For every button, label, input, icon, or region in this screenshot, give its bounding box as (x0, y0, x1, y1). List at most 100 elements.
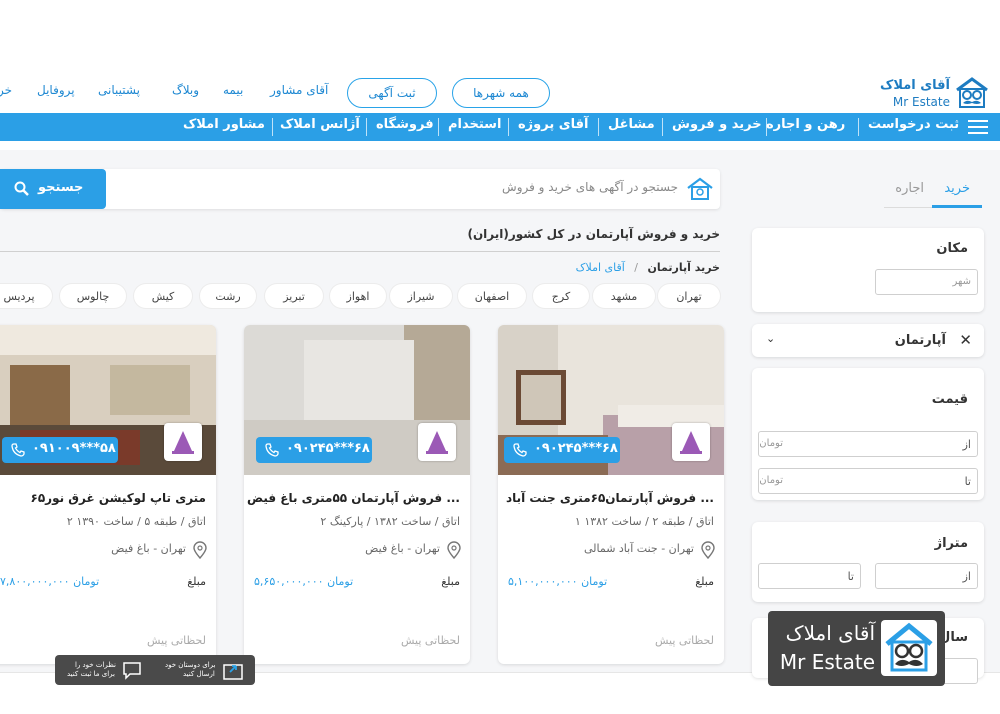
logo-text-en: Mr Estate (892, 95, 950, 109)
share-line-2[interactable]: ارسال کنید (183, 670, 215, 679)
watermark-text-fa: آقای املاک (785, 621, 875, 645)
property-type-filter[interactable]: ✕ آپارتمان ⌄ (752, 324, 984, 357)
price-title: قیمت (931, 392, 968, 407)
tab-buy[interactable]: خرید (944, 181, 970, 196)
city-chip-kish[interactable]: کیش (134, 284, 192, 308)
city-input[interactable]: شهر (875, 269, 978, 295)
share-line-1[interactable]: برای دوستان خود (165, 661, 216, 670)
nav-shop[interactable]: فروشگاه (376, 117, 434, 132)
breadcrumb-home[interactable]: آقای املاک (576, 261, 625, 274)
search-input[interactable]: جستجو در آگهی های خرید و فروش (502, 180, 678, 194)
phone-number: ۰۹۰۲۴۵***۶۸ (286, 441, 370, 456)
search-icon (14, 181, 29, 196)
nav-jobs[interactable]: مشاغل (608, 117, 655, 132)
listing-card[interactable]: ۰۹۰۲۴۵***۶۸ فروش آپارتمان ۵۵متری باغ فیض… (244, 325, 470, 664)
listing-title[interactable]: فروش آپارتمان ۵۵متری باغ فیض ... (247, 491, 460, 505)
nav-agencies[interactable]: آژانس املاک (280, 117, 360, 132)
listing-time: لحظاتی پیش (655, 634, 714, 647)
listing-price: ۵,۱۰۰,۰۰۰,۰۰۰ تومان (508, 575, 608, 588)
area-title: متراژ (934, 536, 968, 551)
link-insurance[interactable]: بیمه (223, 83, 243, 97)
nav-rent[interactable]: رهن و اجاره (766, 117, 845, 132)
listing-card[interactable]: ۰۹۰۲۴۵***۶۸ فروش آپارتمان۶۵متری جنت آباد… (498, 325, 724, 664)
nav-employment[interactable]: استخدام (448, 117, 501, 132)
location-title: مکان (936, 241, 968, 256)
watermark-text-en: Mr Estate (779, 650, 875, 674)
home-search-icon (687, 177, 713, 200)
search-bar: جستجو جستجو در آگهی های خرید و فروش (0, 169, 720, 209)
feedback-line-2[interactable]: برای ما ثبت کنید (67, 670, 115, 679)
listing-price: ۵,۶۵۰,۰۰۰,۰۰۰ تومان (254, 575, 354, 588)
city-chip-tehran[interactable]: تهران (658, 284, 720, 308)
main-navbar: ثبت درخواست رهن و اجاره خرید و فروش مشاغ… (0, 113, 1000, 141)
city-chip-shiraz[interactable]: شیراز (390, 284, 452, 308)
all-cities-button[interactable]: همه شهرها (452, 78, 550, 108)
chevron-down-icon[interactable]: ⌄ (766, 332, 775, 345)
price-from-input[interactable]: از تومان (758, 431, 978, 457)
link-truncated[interactable]: خر (0, 83, 12, 97)
logo-text-fa: آقای املاک (880, 78, 950, 93)
phone-number: ۰۹۱۰۰۹***۵۸ (32, 441, 116, 456)
city-chip-karaj[interactable]: کرج (533, 284, 589, 308)
call-button[interactable]: ۰۹۰۲۴۵***۶۸ (504, 437, 620, 463)
listing-title[interactable]: ۶۵متری تاپ لوکیشن غرق نور (31, 491, 206, 505)
share-icon[interactable] (222, 659, 244, 681)
nav-project[interactable]: آقای پروژه (518, 117, 589, 132)
floating-actions-bar: برای دوستان خود ارسال کنید نظرات خود را … (55, 655, 255, 685)
agency-logo[interactable] (672, 423, 710, 461)
post-ad-button[interactable]: ثبت آگهی (347, 78, 437, 108)
listing-location: تهران - باغ فیض (111, 542, 186, 555)
price-filter: قیمت از تومان تا تومان (752, 368, 984, 500)
location-pin-icon (701, 541, 715, 559)
phone-icon (265, 443, 279, 457)
city-chip-ahvaz[interactable]: اهواز (330, 284, 386, 308)
feedback-line-1[interactable]: نظرات خود را (75, 661, 116, 670)
menu-icon[interactable] (968, 120, 988, 134)
link-advisor[interactable]: آقای مشاور (270, 83, 328, 97)
nav-consultants[interactable]: مشاور املاک (183, 117, 265, 132)
search-button[interactable]: جستجو (0, 169, 106, 209)
call-button[interactable]: ۰۹۰۲۴۵***۶۸ (256, 437, 372, 463)
price-label: مبلغ (441, 575, 460, 588)
link-profile[interactable]: پروفایل (37, 83, 75, 97)
agency-logo[interactable] (418, 423, 456, 461)
listing-title[interactable]: فروش آپارتمان۶۵متری جنت آباد ... (506, 491, 714, 505)
city-chip-pardis[interactable]: پردیس (0, 284, 52, 308)
mustache-house-icon (881, 620, 937, 676)
area-to-input[interactable]: تا (758, 563, 861, 589)
nav-submit-request[interactable]: ثبت درخواست (868, 117, 959, 132)
listing-specs: ۱ اتاق / طبقه ۲ / ساخت ۱۳۸۲ (574, 515, 714, 528)
site-logo[interactable]: آقای املاک Mr Estate (880, 74, 990, 114)
listing-card[interactable]: ۰۹۱۰۰۹***۵۸ ۶۵متری تاپ لوکیشن غرق نور ۲ … (0, 325, 216, 664)
nav-buy-sell[interactable]: خرید و فروش (672, 117, 762, 132)
city-chip-chalus[interactable]: چالوس (60, 284, 126, 308)
call-button[interactable]: ۰۹۱۰۰۹***۵۸ (2, 437, 118, 463)
link-support[interactable]: پشتیبانی (98, 83, 140, 97)
type-selected: آپارتمان (894, 333, 946, 348)
title-divider (0, 251, 720, 252)
listing-specs: ۲ اتاق / طبقه ۵ / ساخت ۱۳۹۰ (66, 515, 206, 528)
price-to-input[interactable]: تا تومان (758, 468, 978, 494)
tab-rent[interactable]: اجاره (895, 181, 924, 196)
link-blog[interactable]: وبلاگ (172, 83, 199, 97)
agency-logo[interactable] (164, 423, 202, 461)
page-title: خرید و فروش آپارتمان در کل کشور(ایران) (467, 227, 720, 241)
city-chip-isfahan[interactable]: اصفهان (458, 284, 526, 308)
price-label: مبلغ (187, 575, 206, 588)
location-pin-icon (193, 541, 207, 559)
chat-icon[interactable] (122, 660, 142, 680)
phone-number: ۰۹۰۲۴۵***۶۸ (534, 441, 618, 456)
listing-price: ۷,۸۰۰,۰۰۰,۰۰۰ تومان (0, 575, 100, 588)
city-chip-tabriz[interactable]: تبریز (265, 284, 323, 308)
phone-icon (513, 443, 527, 457)
city-chip-rasht[interactable]: رشت (200, 284, 256, 308)
clear-type-icon[interactable]: ✕ (959, 331, 972, 349)
area-from-input[interactable]: از (875, 563, 978, 589)
breadcrumb-current: خرید آپارتمان (647, 261, 720, 274)
listing-time: لحظاتی پیش (147, 634, 206, 647)
brand-watermark: آقای املاک Mr Estate (768, 611, 945, 686)
deal-type-tabs: خرید اجاره (884, 172, 982, 208)
location-filter: مکان شهر (752, 228, 984, 312)
phone-icon (11, 443, 25, 457)
city-chip-mashhad[interactable]: مشهد (593, 284, 655, 308)
